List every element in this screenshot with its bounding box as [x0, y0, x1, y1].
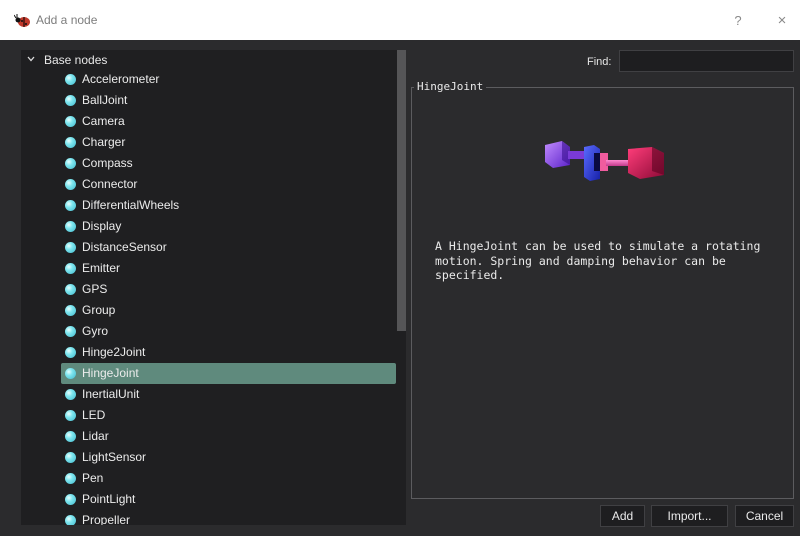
node-bullet-icon: [65, 347, 76, 358]
tree-item[interactable]: Connector: [21, 174, 401, 195]
tree-item-label: Gyro: [82, 324, 109, 338]
node-bullet-icon: [65, 389, 76, 400]
node-bullet-icon: [65, 116, 76, 127]
tree-item-label: Propeller: [82, 513, 131, 525]
tree-item-label: GPS: [82, 282, 108, 296]
node-bullet-icon: [65, 137, 76, 148]
node-bullet-icon: [65, 515, 76, 525]
node-bullet-icon: [65, 95, 76, 106]
import-button[interactable]: Import...: [651, 505, 728, 527]
ladybug-icon: [14, 14, 30, 27]
node-info-title: HingeJoint: [414, 80, 487, 93]
tree-item[interactable]: Propeller: [21, 510, 401, 525]
tree-item[interactable]: BallJoint: [21, 90, 401, 111]
tree-item-label: Lidar: [82, 429, 109, 443]
tree-item-label: DistanceSensor: [82, 240, 167, 254]
node-bullet-icon: [65, 179, 76, 190]
tree-item[interactable]: GPS: [21, 279, 401, 300]
tree-scrollbar[interactable]: [397, 50, 406, 525]
node-bullet-icon: [65, 263, 76, 274]
tree-item-label: Display: [82, 219, 122, 233]
tree-item-label: Emitter: [82, 261, 121, 275]
find-input[interactable]: [619, 50, 794, 72]
node-bullet-icon: [65, 452, 76, 463]
node-bullet-icon: [65, 200, 76, 211]
node-bullet-icon: [65, 410, 76, 421]
title-bar: Add a node ? ×: [0, 0, 800, 40]
node-tree[interactable]: Base nodes Accelerometer BallJoint Camera C…: [21, 50, 406, 525]
close-button[interactable]: ×: [772, 11, 792, 31]
tree-item-label: Compass: [82, 156, 133, 170]
node-bullet-icon: [65, 305, 76, 316]
tree-item-label: Group: [82, 303, 116, 317]
node-bullet-icon: [65, 368, 76, 379]
tree-item[interactable]: Lidar: [21, 426, 401, 447]
scrollbar-thumb[interactable]: [397, 50, 406, 331]
tree-item-label: Pen: [82, 471, 104, 485]
node-bullet-icon: [65, 74, 76, 85]
tree-item-label: DifferentialWheels: [82, 198, 180, 212]
tree-item[interactable]: DistanceSensor: [21, 237, 401, 258]
tree-item[interactable]: Camera: [21, 111, 401, 132]
node-bullet-icon: [65, 242, 76, 253]
node-bullet-icon: [65, 221, 76, 232]
tree-item[interactable]: Gyro: [21, 321, 401, 342]
tree-root-base-nodes[interactable]: Base nodes: [21, 50, 401, 70]
tree-item[interactable]: InertialUnit: [21, 384, 401, 405]
node-list: Accelerometer BallJoint Camera Charger Compa…: [21, 69, 401, 525]
node-bullet-icon: [65, 431, 76, 442]
window-title: Add a node: [36, 13, 98, 27]
cancel-button[interactable]: Cancel: [735, 505, 794, 527]
tree-item-label: BallJoint: [82, 93, 128, 107]
tree-item[interactable]: Display: [21, 216, 401, 237]
tree-item[interactable]: Emitter: [21, 258, 401, 279]
tree-item[interactable]: LightSensor: [21, 447, 401, 468]
tree-item-label: HingeJoint: [82, 366, 139, 380]
tree-item-label: InertialUnit: [82, 387, 140, 401]
help-button[interactable]: ?: [728, 11, 748, 31]
tree-item[interactable]: Compass: [21, 153, 401, 174]
tree-item-label: Camera: [82, 114, 125, 128]
node-bullet-icon: [65, 326, 76, 337]
tree-item-label: Connector: [82, 177, 138, 191]
tree-item[interactable]: HingeJoint: [21, 363, 401, 384]
tree-item-label: LightSensor: [82, 450, 147, 464]
tree-item-label: Charger: [82, 135, 126, 149]
tree-item[interactable]: LED: [21, 405, 401, 426]
find-label: Find:: [587, 56, 612, 68]
chevron-down-icon[interactable]: [26, 54, 36, 64]
add-button[interactable]: Add: [600, 505, 645, 527]
tree-item-label: PointLight: [82, 492, 136, 506]
tree-item-label: LED: [82, 408, 106, 422]
node-bullet-icon: [65, 494, 76, 505]
tree-item[interactable]: PointLight: [21, 489, 401, 510]
tree-item[interactable]: Pen: [21, 468, 401, 489]
tree-root-label: Base nodes: [44, 53, 108, 67]
tree-item-label: Hinge2Joint: [82, 345, 146, 359]
hinge-joint-preview-image: [545, 141, 664, 181]
tree-item-label: Accelerometer: [82, 72, 160, 86]
tree-item[interactable]: Group: [21, 300, 401, 321]
node-bullet-icon: [65, 158, 76, 169]
node-description: A HingeJoint can be used to simulate a r…: [435, 239, 761, 282]
node-bullet-icon: [65, 473, 76, 484]
tree-item[interactable]: Hinge2Joint: [21, 342, 401, 363]
tree-item[interactable]: Accelerometer: [21, 69, 401, 90]
tree-item[interactable]: Charger: [21, 132, 401, 153]
tree-item[interactable]: DifferentialWheels: [21, 195, 401, 216]
node-bullet-icon: [65, 284, 76, 295]
